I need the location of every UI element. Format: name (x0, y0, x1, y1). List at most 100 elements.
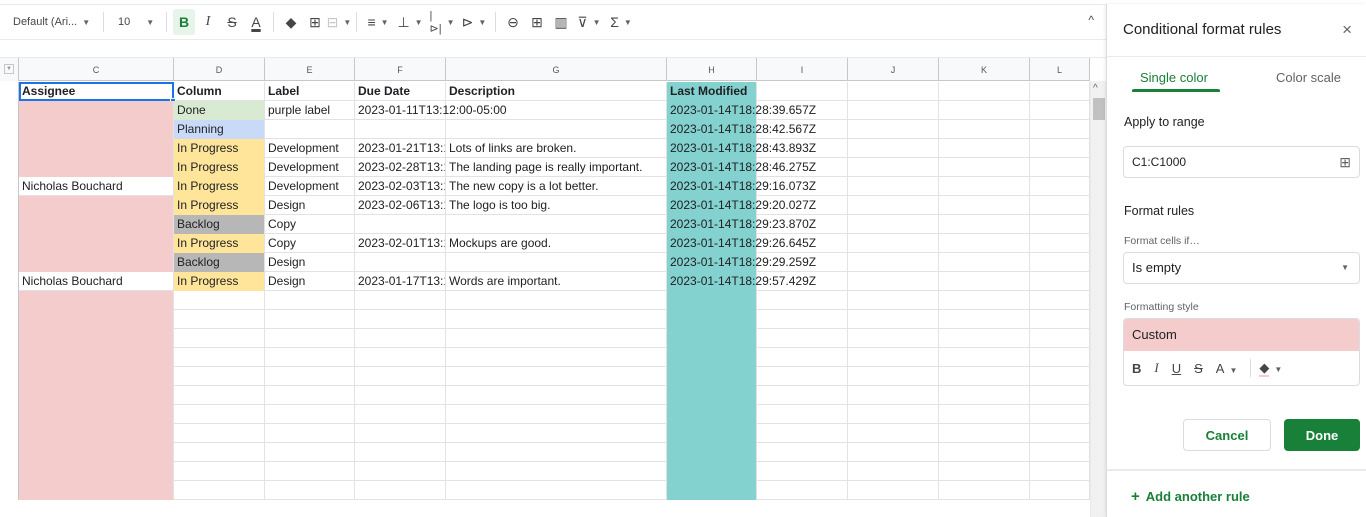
font-size-select[interactable]: 10 ▼ (110, 9, 160, 35)
cell-c[interactable]: Nicholas Bouchard (19, 272, 174, 291)
cell-l[interactable] (1030, 462, 1090, 481)
cell-d[interactable] (174, 348, 265, 367)
cell-j[interactable] (848, 196, 939, 215)
cell-h[interactable] (667, 348, 757, 367)
cell-f[interactable] (355, 253, 446, 272)
cell-g[interactable]: The new copy is a lot better. (446, 177, 667, 196)
cell-f[interactable] (355, 424, 446, 443)
cell-k[interactable] (939, 405, 1030, 424)
cell-k[interactable] (939, 158, 1030, 177)
cell-k[interactable] (939, 329, 1030, 348)
cell-d[interactable] (174, 291, 265, 310)
cell-h[interactable]: 2023-01-14T18:29:26.645Z (667, 234, 816, 253)
insert-chart-button[interactable]: ▥ (550, 9, 572, 35)
cell-i[interactable] (757, 367, 848, 386)
cell-j[interactable] (848, 253, 939, 272)
font-family-select[interactable]: Default (Ari... ▼ (9, 9, 97, 35)
bold-icon[interactable]: B (1132, 361, 1141, 376)
cell-f[interactable]: 2023-01-21T13:1 (355, 139, 446, 158)
cell-l[interactable] (1030, 405, 1090, 424)
cell-f[interactable] (355, 405, 446, 424)
cell-e[interactable]: Design (265, 196, 355, 215)
add-another-rule-button[interactable]: + Add another rule (1131, 488, 1250, 505)
cell-l[interactable] (1030, 82, 1090, 101)
vertical-align-button[interactable]: ⊥ ▼ (395, 9, 425, 35)
cell-h[interactable] (667, 481, 757, 500)
row-header[interactable] (0, 196, 19, 215)
cell-f[interactable] (355, 443, 446, 462)
cell-e[interactable] (265, 310, 355, 329)
cell-h[interactable] (667, 443, 757, 462)
cell-d[interactable] (174, 424, 265, 443)
cell-i[interactable] (757, 310, 848, 329)
cell-c[interactable] (19, 462, 174, 481)
cell-k[interactable] (939, 272, 1030, 291)
cell-e[interactable] (265, 424, 355, 443)
cell-g[interactable] (446, 386, 667, 405)
cancel-button[interactable]: Cancel (1183, 419, 1271, 451)
cell-k[interactable] (939, 462, 1030, 481)
cell-h[interactable]: 2023-01-14T18:29:29.259Z (667, 253, 816, 272)
cell-i[interactable] (757, 348, 848, 367)
row-header[interactable] (0, 443, 19, 462)
column-header-i[interactable]: I (757, 58, 848, 81)
cell-d[interactable]: In Progress (174, 158, 265, 177)
cell-d[interactable] (174, 405, 265, 424)
cell-d[interactable]: In Progress (174, 272, 265, 291)
cell-g[interactable] (446, 481, 667, 500)
column-header-l[interactable]: L (1030, 58, 1090, 81)
cell-c[interactable] (19, 310, 174, 329)
cell-h[interactable] (667, 367, 757, 386)
cell-h[interactable] (667, 462, 757, 481)
cell-d[interactable] (174, 443, 265, 462)
merge-cells-button[interactable]: ⊟ ▼ (327, 9, 352, 35)
cell-l[interactable] (1030, 272, 1090, 291)
cell-h[interactable] (667, 310, 757, 329)
cell-d[interactable] (174, 462, 265, 481)
cell-e[interactable]: Design (265, 253, 355, 272)
cell-k[interactable] (939, 424, 1030, 443)
cell-f[interactable] (355, 367, 446, 386)
italic-button[interactable]: I (197, 9, 219, 35)
cell-d[interactable] (174, 481, 265, 500)
cell-f[interactable]: 2023-02-03T13:1 (355, 177, 446, 196)
cell-k[interactable] (939, 386, 1030, 405)
row-header[interactable] (0, 272, 19, 291)
range-input[interactable]: C1:C1000 ⊞ (1123, 146, 1360, 178)
cell-f[interactable]: 2023-02-01T13:1 (355, 234, 446, 253)
cell-j[interactable] (848, 158, 939, 177)
strikethrough-button[interactable]: S (221, 9, 243, 35)
cell-g[interactable] (446, 443, 667, 462)
cell-j[interactable] (848, 120, 939, 139)
column-header-k[interactable]: K (939, 58, 1030, 81)
row-header[interactable] (0, 386, 19, 405)
cell-k[interactable] (939, 215, 1030, 234)
cell-h[interactable]: 2023-01-14T18:29:57.429Z (667, 272, 816, 291)
column-header-f[interactable]: F (355, 58, 446, 81)
cell-f[interactable] (355, 120, 446, 139)
text-rotation-button[interactable]: ⊳ ▼ (459, 9, 489, 35)
cell-h[interactable] (667, 329, 757, 348)
cell-g[interactable] (446, 215, 667, 234)
functions-button[interactable]: Σ ▼ (606, 9, 636, 35)
row-header[interactable] (0, 215, 19, 234)
cell-g[interactable]: Description (446, 82, 667, 101)
cell-e[interactable] (265, 329, 355, 348)
cell-l[interactable] (1030, 481, 1090, 500)
cell-h[interactable] (667, 405, 757, 424)
cell-l[interactable] (1030, 424, 1090, 443)
cell-c[interactable] (19, 348, 174, 367)
cell-d[interactable]: In Progress (174, 177, 265, 196)
select-range-icon[interactable]: ⊞ (1339, 147, 1351, 177)
cell-c[interactable] (19, 196, 174, 215)
cell-l[interactable] (1030, 386, 1090, 405)
cell-g[interactable] (446, 424, 667, 443)
cell-h[interactable]: 2023-01-14T18:29:23.870Z (667, 215, 816, 234)
cell-g[interactable] (446, 367, 667, 386)
cell-l[interactable] (1030, 443, 1090, 462)
cell-l[interactable] (1030, 367, 1090, 386)
cell-l[interactable] (1030, 291, 1090, 310)
cell-e[interactable] (265, 291, 355, 310)
cell-c[interactable] (19, 139, 174, 158)
cell-f[interactable]: 2023-02-06T13:1 (355, 196, 446, 215)
